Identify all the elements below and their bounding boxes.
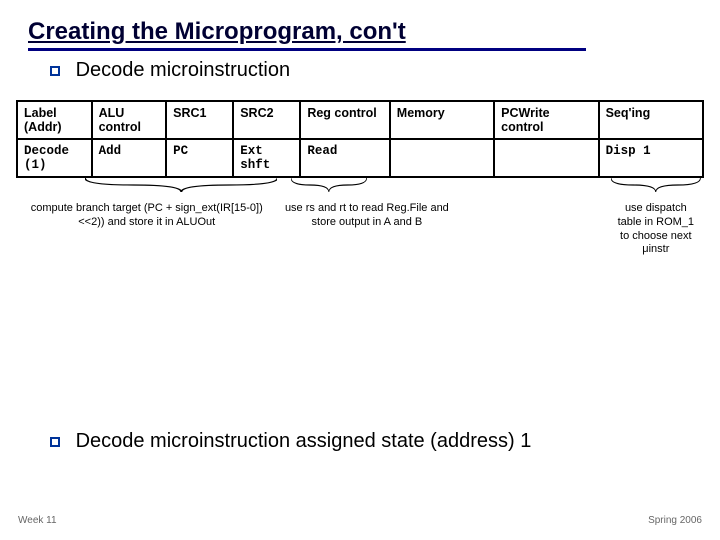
annotation-1: compute branch target (PC + sign_ext(IR[… (16, 200, 277, 257)
annotation-3 (456, 200, 607, 257)
annotation-4: use dispatch table in ROM_1 to choose ne… (608, 200, 704, 257)
bullet-bottom-row: Decode microinstruction assigned state (… (50, 430, 531, 453)
th-seq: Seq'ing (599, 101, 703, 139)
bullet-top-text: Decode microinstruction (76, 59, 291, 81)
bullet-top-row: Decode microinstruction (0, 51, 720, 82)
brace-icon (611, 178, 700, 192)
cell-label: Decode (1) (17, 139, 92, 177)
cell-src1: PC (166, 139, 233, 177)
title-area: Creating the Microprogram, con't (0, 0, 720, 51)
annotation-row: compute branch target (PC + sign_ext(IR[… (16, 200, 704, 257)
footer-right: Spring 2006 (648, 515, 702, 526)
th-reg: Reg control (300, 101, 389, 139)
cell-pcwrite (494, 139, 598, 177)
cell-memory (390, 139, 494, 177)
brace-row (16, 178, 704, 198)
th-label: Label (Addr) (17, 101, 92, 139)
bullet-square-icon (50, 437, 60, 447)
cell-alu: Add (92, 139, 167, 177)
brace-icon (291, 178, 367, 192)
cell-seq: Disp 1 (599, 139, 703, 177)
th-pcwrite: PCWrite control (494, 101, 598, 139)
th-alu: ALU control (92, 101, 167, 139)
table-data-row: Decode (1) Add PC Ext shft Read Disp 1 (17, 139, 703, 177)
cell-src2: Ext shft (233, 139, 300, 177)
footer-left: Week 11 (18, 515, 57, 526)
slide-title: Creating the Microprogram, con't (28, 18, 586, 51)
cell-label-name: Decode (24, 144, 69, 158)
th-src2: SRC2 (233, 101, 300, 139)
microinstruction-table: Label (Addr) ALU control SRC1 SRC2 Reg c… (16, 100, 704, 178)
th-src1: SRC1 (166, 101, 233, 139)
bullet-square-icon (50, 66, 60, 76)
brace-icon (85, 178, 278, 192)
cell-label-addr: (1) (24, 158, 47, 172)
table-header-row: Label (Addr) ALU control SRC1 SRC2 Reg c… (17, 101, 703, 139)
th-memory: Memory (390, 101, 494, 139)
cell-reg: Read (300, 139, 389, 177)
bullet-bottom-text: Decode microinstruction assigned state (… (76, 430, 532, 452)
annotation-2: use rs and rt to read Reg.File and store… (277, 200, 456, 257)
